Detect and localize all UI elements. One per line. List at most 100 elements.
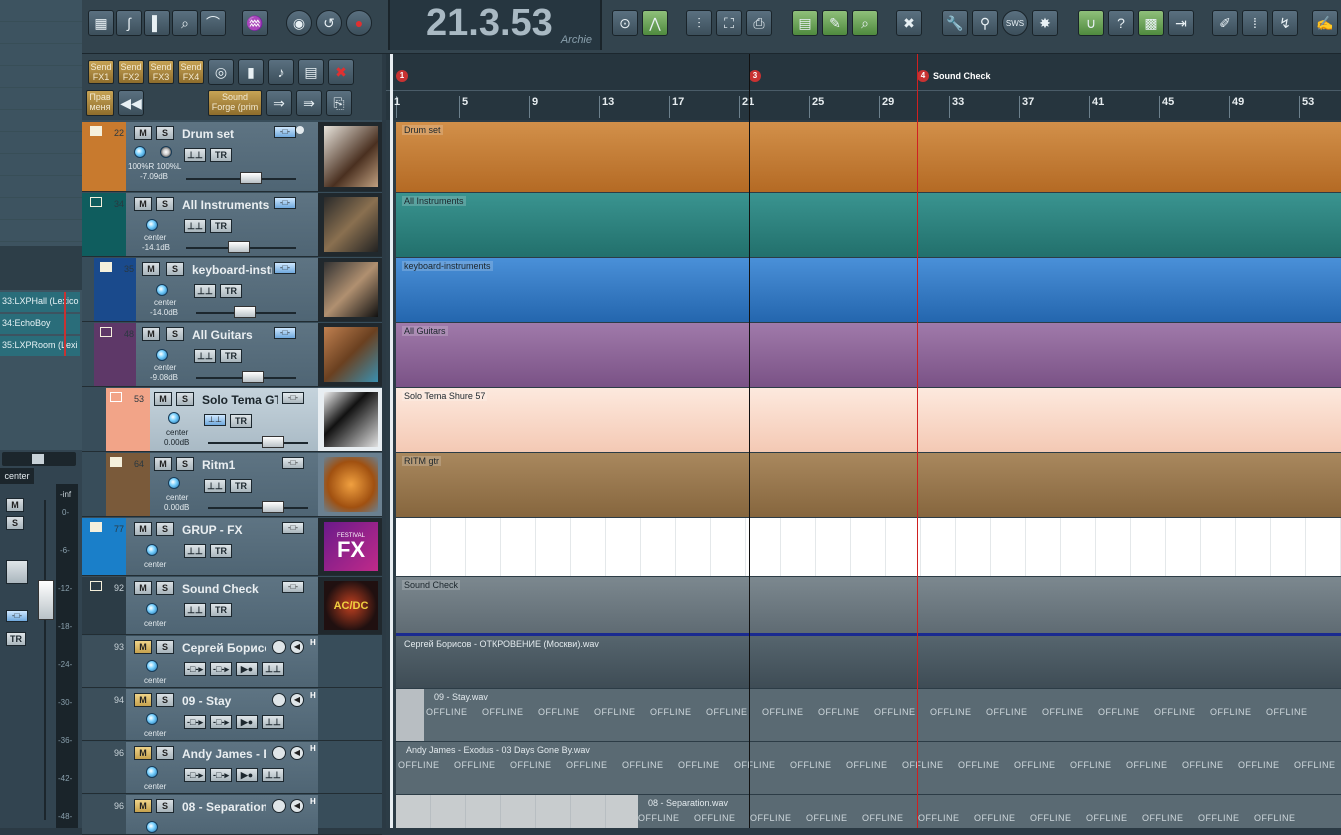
io-button[interactable]: ⊥⊥ — [262, 715, 284, 729]
route-icon[interactable]: ↯ — [1272, 10, 1298, 36]
media-item[interactable]: Drum set — [396, 122, 1341, 192]
volume-fader[interactable] — [240, 172, 262, 184]
media-item[interactable]: All Guitars — [396, 323, 1341, 387]
trim-button[interactable]: TR — [210, 603, 232, 617]
walk-icon[interactable]: ⚲ — [972, 10, 998, 36]
media-item[interactable]: Sound Check — [396, 577, 1341, 635]
track-keyboard[interactable]: 35 M S keyboard-instr -□- center -14.0dB… — [82, 258, 382, 322]
pan-knob[interactable] — [156, 284, 168, 296]
solo-button[interactable]: S — [166, 327, 184, 341]
send-fx3-button[interactable]: Send FX3 — [148, 60, 174, 84]
arrange-view[interactable]: 1 3 4 Sound Check 1 5 9 13 17 21 25 29 3… — [386, 54, 1341, 828]
trim-button[interactable]: TR — [230, 414, 252, 428]
fx-chain-button[interactable]: -□-▸ — [210, 715, 232, 729]
solo-button[interactable]: S — [176, 457, 194, 471]
send-slot[interactable]: 35:LXPRoom (Lexi — [0, 336, 80, 356]
input-button[interactable]: ⊥⊥ — [194, 349, 216, 363]
sound-forge-button[interactable]: Sound Forge (prim — [208, 90, 262, 116]
record-arm-button[interactable] — [272, 746, 286, 760]
prav-button[interactable]: Прав меня — [86, 90, 114, 116]
track-name[interactable]: All Instruments — [182, 198, 272, 212]
track-name[interactable]: GRUP - FX — [182, 523, 272, 537]
pan-knob[interactable] — [168, 477, 180, 489]
master-pan-slider[interactable] — [2, 452, 76, 466]
speaker-icon[interactable]: ◀ — [290, 799, 304, 813]
track-name[interactable]: Ritm1 — [202, 458, 278, 472]
matrix-icon[interactable]: ▩ — [1138, 10, 1164, 36]
media-item[interactable]: Andy James - Exodus - 03 Days Gone By.wa… — [396, 742, 1341, 794]
trim-button[interactable]: TR — [210, 219, 232, 233]
record-arm-button[interactable] — [272, 799, 286, 813]
pan-knob[interactable] — [146, 821, 158, 833]
master-env-button[interactable]: -□- — [6, 610, 28, 622]
folder-icon[interactable] — [90, 126, 102, 136]
delete-icon[interactable]: ✖ — [328, 59, 354, 85]
input-button[interactable]: ⊥⊥ — [204, 479, 226, 493]
input-button[interactable]: -□-▸ — [184, 768, 206, 782]
snap-icon[interactable]: ⋀ — [642, 10, 668, 36]
track-all-guitars[interactable]: 48 M S All Guitars -□- center -9.08dB ⊥⊥… — [82, 323, 382, 387]
solo-button[interactable]: S — [156, 581, 174, 595]
env-button[interactable]: -□- — [274, 327, 296, 339]
input-button[interactable]: ⊥⊥ — [194, 284, 216, 298]
drum-icon[interactable]: ◉ — [286, 10, 312, 36]
fx-chain-button[interactable]: -□-▸ — [210, 768, 232, 782]
trim-button[interactable]: TR — [230, 479, 252, 493]
monitor-icon[interactable]: ◎ — [208, 59, 234, 85]
input-button[interactable]: ⊥⊥ — [184, 148, 206, 162]
region-icon[interactable]: ▤ — [792, 10, 818, 36]
track-name[interactable]: Сергей Борисо — [182, 641, 266, 655]
env-button[interactable]: -□- — [274, 126, 296, 138]
pan-knob[interactable] — [146, 660, 158, 672]
solo-button[interactable]: S — [156, 522, 174, 536]
media-item[interactable]: 09 - Stay.wav OFFLINE OFFLINE OFFLINE OF… — [396, 689, 1341, 741]
delete-track-icon[interactable]: ✖ — [896, 10, 922, 36]
solo-button[interactable]: S — [176, 392, 194, 406]
metronome-icon[interactable]: ⌒ — [200, 10, 226, 36]
rewind-icon[interactable]: ◀◀ — [118, 90, 144, 116]
master-trim-button[interactable]: TR — [6, 632, 26, 646]
solo-button[interactable]: S — [156, 640, 174, 654]
width-knob[interactable] — [160, 146, 172, 158]
burst-icon[interactable]: ✸ — [1032, 10, 1058, 36]
media-item[interactable]: All Instruments — [396, 193, 1341, 257]
record-icon[interactable]: ● — [346, 10, 372, 36]
send-slot[interactable]: 33:LXPHall (Lexico — [0, 292, 80, 312]
marker[interactable]: 4 — [917, 70, 929, 82]
track-name[interactable]: All Guitars — [192, 328, 272, 342]
track-audio[interactable]: 93 M S Сергей Борисо ◀ center -□-▸ -□-▸ … — [82, 636, 382, 688]
master-mute-button[interactable]: M — [6, 498, 24, 512]
media-item[interactable]: keyboard-instruments — [396, 258, 1341, 322]
guitar-icon[interactable]: ♪ — [268, 59, 294, 85]
media-item[interactable]: Solo Tema Shure 57 — [396, 388, 1341, 452]
timeline-ruler[interactable]: 1 3 4 Sound Check 1 5 9 13 17 21 25 29 3… — [386, 54, 1341, 120]
speaker-icon[interactable]: ◀ — [290, 640, 304, 654]
undo-icon[interactable]: ↺ — [316, 10, 342, 36]
loop-icon[interactable]: ⊙ — [612, 10, 638, 36]
grid-icon[interactable]: ▦ — [88, 10, 114, 36]
track-audio[interactable]: 94 M S 09 - Stay ◀ center -□-▸ -□-▸ ▶● ⊥… — [82, 689, 382, 741]
insert-track-icon[interactable]: ⇒ — [266, 90, 292, 116]
io-button[interactable]: ⊥⊥ — [262, 768, 284, 782]
open-folder-icon[interactable] — [90, 197, 102, 207]
waveform-icon[interactable]: ♒ — [242, 10, 268, 36]
env-button[interactable]: -□- — [282, 392, 304, 404]
track-grup-fx[interactable]: 77 M S GRUP - FX -□- center ⊥⊥ TR FESTIV… — [82, 518, 382, 576]
meter-bars-icon[interactable]: ▮ — [238, 59, 264, 85]
open-folder-icon[interactable] — [100, 327, 112, 337]
input-monitor-button[interactable]: ⊥⊥ — [204, 414, 226, 426]
track-audio[interactable]: 96 M S Andy James - Ex ◀ center -□-▸ -□-… — [82, 742, 382, 794]
env-button[interactable]: -□- — [282, 522, 304, 534]
fx-chain-button[interactable]: -□-▸ — [210, 662, 232, 676]
input-button[interactable]: -□-▸ — [184, 662, 206, 676]
track-name[interactable]: Solo Tema GTI — [202, 393, 278, 407]
env-button[interactable]: -□- — [274, 262, 296, 274]
pan-knob[interactable] — [156, 349, 168, 361]
send-fx4-button[interactable]: Send FX4 — [178, 60, 204, 84]
pan-knob[interactable] — [146, 713, 158, 725]
env-button[interactable]: -□- — [282, 457, 304, 469]
dots-icon[interactable]: ⁞ — [1242, 10, 1268, 36]
pan-knob[interactable] — [134, 146, 146, 158]
mute-button[interactable]: M — [154, 457, 172, 471]
pan-knob[interactable] — [146, 219, 158, 231]
